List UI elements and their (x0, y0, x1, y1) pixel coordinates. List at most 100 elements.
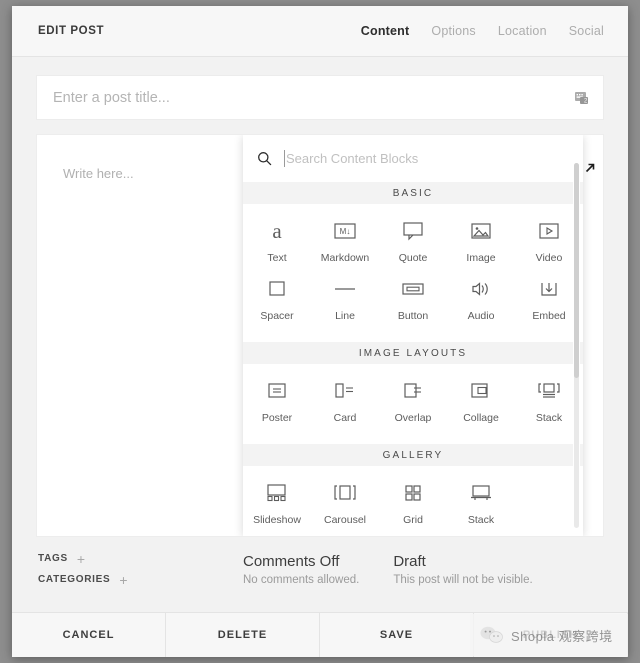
delete-button[interactable]: DELETE (166, 613, 320, 657)
block-label: Overlap (395, 412, 432, 424)
content-block-picker: BASIC a Text M↓ (243, 135, 583, 536)
add-tag-button[interactable]: + (77, 552, 85, 566)
save-button[interactable]: SAVE (320, 613, 474, 657)
section-header-image-layouts: IMAGE LAYOUTS (243, 342, 583, 364)
block-label: Card (334, 412, 357, 424)
post-title-field-wrap: 2 (36, 75, 604, 120)
tags-label: TAGS (38, 553, 68, 564)
post-meta-row: TAGS + CATEGORIES + Comments Off No comm… (36, 537, 604, 601)
block-grid-image-layouts: Poster Card (243, 364, 583, 444)
block-search-row (243, 135, 583, 182)
action-bar: CANCEL DELETE SAVE PUBLISH Shopla 观察跨境 (12, 612, 628, 657)
section-header-basic: BASIC (243, 182, 583, 204)
block-label: Video (536, 252, 563, 264)
block-poster[interactable]: Poster (243, 378, 311, 424)
post-editor-card: Write here... BASIC a (36, 134, 604, 537)
block-label: Quote (399, 252, 428, 264)
block-image[interactable]: Image (447, 218, 515, 264)
categories-label: CATEGORIES (38, 574, 110, 585)
block-search-input[interactable] (284, 150, 583, 167)
block-label: Line (335, 310, 355, 322)
text-a-icon: a (265, 218, 289, 244)
categories-row: CATEGORIES + (38, 569, 243, 590)
quote-bubble-icon (401, 218, 425, 244)
post-status-title: Draft (393, 553, 532, 570)
poster-icon (265, 378, 289, 404)
block-slideshow[interactable]: Slideshow (243, 480, 311, 526)
tab-content[interactable]: Content (361, 24, 410, 38)
block-collage[interactable]: Collage (447, 378, 515, 424)
block-card[interactable]: Card (311, 378, 379, 424)
block-quote[interactable]: Quote (379, 218, 447, 264)
comments-status-title: Comments Off (243, 553, 359, 570)
block-audio[interactable]: Audio (447, 276, 515, 322)
tab-options[interactable]: Options (431, 24, 475, 38)
block-label: Grid (403, 514, 423, 526)
audio-speaker-icon (468, 276, 494, 302)
page-title: EDIT POST (38, 25, 104, 37)
spacer-square-icon (266, 276, 288, 302)
block-label: Poster (262, 412, 292, 424)
publish-button[interactable]: PUBLISH (474, 613, 628, 657)
tags-row: TAGS + (38, 548, 243, 569)
button-icon (400, 276, 426, 302)
block-carousel[interactable]: Carousel (311, 480, 379, 526)
block-label: Carousel (324, 514, 366, 526)
block-line[interactable]: Line (311, 276, 379, 322)
comments-status[interactable]: Comments Off No comments allowed. (243, 553, 393, 586)
block-markdown[interactable]: M↓ Markdown (311, 218, 379, 264)
block-gallery-stack[interactable]: Stack (447, 480, 515, 526)
block-label: Collage (463, 412, 499, 424)
expand-arrow-icon[interactable] (583, 161, 597, 175)
markdown-icon: M↓ (332, 218, 358, 244)
collage-icon (468, 378, 494, 404)
tab-bar: Content Options Location Social (361, 24, 604, 38)
tab-location[interactable]: Location (498, 24, 547, 38)
stack-layout-icon (535, 378, 563, 404)
cancel-button[interactable]: CANCEL (12, 613, 166, 657)
block-label: Button (398, 310, 428, 322)
block-spacer[interactable]: Spacer (243, 276, 311, 322)
section-header-gallery: GALLERY (243, 444, 583, 466)
editor-placeholder[interactable]: Write here... (63, 166, 134, 181)
comments-status-sub: No comments allowed. (243, 574, 359, 586)
block-label: Audio (468, 310, 495, 322)
title-row: 2 (12, 57, 628, 120)
block-label: Image (466, 252, 495, 264)
block-label: Stack (468, 514, 494, 526)
embed-download-icon (537, 276, 561, 302)
post-title-input[interactable] (37, 90, 574, 106)
svg-text:M↓: M↓ (340, 227, 351, 236)
slideshow-icon (264, 480, 290, 506)
grid-icon (401, 480, 425, 506)
tab-social[interactable]: Social (569, 24, 604, 38)
ime-keyboard-icon: 2 (574, 90, 590, 106)
block-label: Markdown (321, 252, 369, 264)
block-text[interactable]: a Text (243, 218, 311, 264)
overlap-icon (400, 378, 426, 404)
block-label: Slideshow (253, 514, 301, 526)
block-grid-basic: a Text M↓ Markdown (243, 204, 583, 342)
block-picker-scrollbar[interactable] (573, 163, 580, 528)
block-overlap[interactable]: Overlap (379, 378, 447, 424)
block-grid-gallery: Slideshow Carousel (243, 466, 583, 536)
image-icon (469, 218, 493, 244)
carousel-icon (331, 480, 359, 506)
post-status-sub: This post will not be visible. (393, 574, 532, 586)
block-label: Text (267, 252, 286, 264)
taxonomy-group: TAGS + CATEGORIES + (36, 548, 243, 590)
scrollbar-thumb[interactable] (574, 163, 579, 378)
window-header: EDIT POST Content Options Location Socia… (12, 6, 628, 57)
post-status[interactable]: Draft This post will not be visible. (393, 553, 566, 586)
add-category-button[interactable]: + (119, 573, 127, 587)
block-button[interactable]: Button (379, 276, 447, 322)
edit-post-window: EDIT POST Content Options Location Socia… (12, 6, 628, 657)
block-picker-scroll-area: BASIC a Text M↓ (243, 182, 583, 536)
search-icon (257, 151, 272, 166)
block-label: Spacer (260, 310, 293, 322)
svg-text:a: a (272, 219, 282, 243)
line-icon (332, 276, 358, 302)
block-grid[interactable]: Grid (379, 480, 447, 526)
video-play-icon (537, 218, 561, 244)
block-label: Stack (536, 412, 562, 424)
